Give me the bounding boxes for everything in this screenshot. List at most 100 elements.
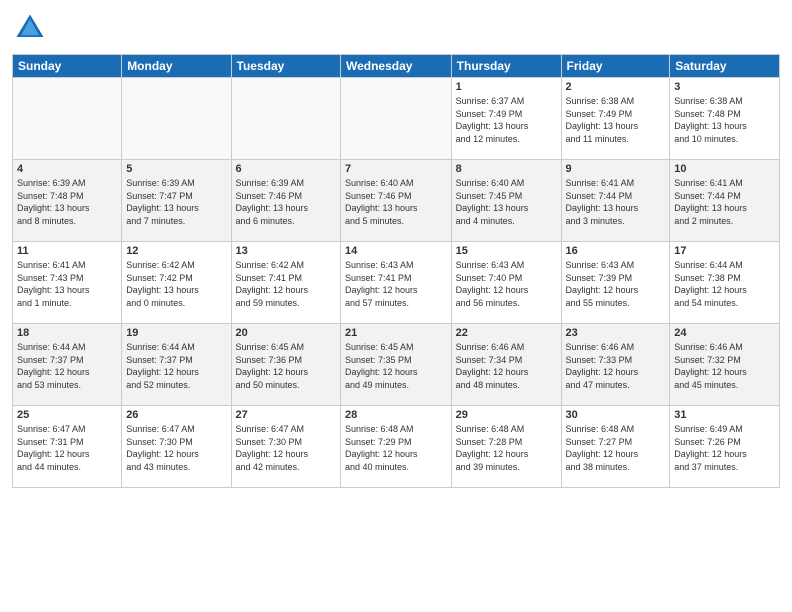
day-number: 21 [345,327,447,339]
day-number: 13 [236,245,336,257]
calendar-cell: 13 Sunrise: 6:42 AM Sunset: 7:41 PM Dayli… [231,242,340,324]
day-info: Sunrise: 6:45 AM Sunset: 7:35 PM Dayligh… [345,341,447,391]
calendar-header-saturday: Saturday [670,55,780,78]
day-info: Sunrise: 6:42 AM Sunset: 7:41 PM Dayligh… [236,259,336,309]
day-info: Sunrise: 6:46 AM Sunset: 7:33 PM Dayligh… [566,341,666,391]
calendar-week-row: 1 Sunrise: 6:37 AM Sunset: 7:49 PM Daylig… [13,78,780,160]
day-info: Sunrise: 6:43 AM Sunset: 7:40 PM Dayligh… [456,259,557,309]
page-container: SundayMondayTuesdayWednesdayThursdayFrid… [0,0,792,612]
calendar-week-row: 4Sunrise: 6:39 AM Sunset: 7:48 PM Daylig… [13,160,780,242]
day-number: 24 [674,327,775,339]
calendar-cell: 4Sunrise: 6:39 AM Sunset: 7:48 PM Daylig… [13,160,122,242]
day-number: 25 [17,409,117,421]
day-number: 14 [345,245,447,257]
day-number: 31 [674,409,775,421]
calendar-cell: 1 Sunrise: 6:37 AM Sunset: 7:49 PM Daylig… [451,78,561,160]
day-info: Sunrise: 6:40 AM Sunset: 7:45 PM Dayligh… [456,177,557,227]
calendar-cell: 20 Sunrise: 6:45 AM Sunset: 7:36 PM Dayli… [231,324,340,406]
calendar-header-sunday: Sunday [13,55,122,78]
calendar-header-wednesday: Wednesday [340,55,451,78]
day-info: Sunrise: 6:46 AM Sunset: 7:34 PM Dayligh… [456,341,557,391]
calendar-cell: 12 Sunrise: 6:42 AM Sunset: 7:42 PM Dayli… [122,242,231,324]
day-number: 4 [17,163,117,175]
calendar-header-friday: Friday [561,55,670,78]
day-number: 15 [456,245,557,257]
day-info: Sunrise: 6:46 AM Sunset: 7:32 PM Dayligh… [674,341,775,391]
day-info: Sunrise: 6:44 AM Sunset: 7:37 PM Dayligh… [126,341,226,391]
calendar-table: SundayMondayTuesdayWednesdayThursdayFrid… [12,54,780,488]
day-info: Sunrise: 6:49 AM Sunset: 7:26 PM Dayligh… [674,423,775,473]
day-number: 29 [456,409,557,421]
calendar-cell: 8Sunrise: 6:40 AM Sunset: 7:45 PM Daylig… [451,160,561,242]
day-info: Sunrise: 6:40 AM Sunset: 7:46 PM Dayligh… [345,177,447,227]
day-number: 17 [674,245,775,257]
day-number: 28 [345,409,447,421]
day-number: 1 [456,81,557,93]
day-number: 16 [566,245,666,257]
calendar-cell: 21 Sunrise: 6:45 AM Sunset: 7:35 PM Dayli… [340,324,451,406]
day-number: 2 [566,81,666,93]
day-info: Sunrise: 6:45 AM Sunset: 7:36 PM Dayligh… [236,341,336,391]
calendar-cell [13,78,122,160]
calendar-cell: 29 Sunrise: 6:48 AM Sunset: 7:28 PM Dayli… [451,406,561,488]
calendar-cell: 16 Sunrise: 6:43 AM Sunset: 7:39 PM Dayli… [561,242,670,324]
calendar-cell: 14 Sunrise: 6:43 AM Sunset: 7:41 PM Dayli… [340,242,451,324]
day-number: 18 [17,327,117,339]
header [12,10,780,46]
day-number: 11 [17,245,117,257]
day-number: 19 [126,327,226,339]
day-info: Sunrise: 6:38 AM Sunset: 7:48 PM Dayligh… [674,95,775,145]
day-number: 7 [345,163,447,175]
calendar-cell: 9Sunrise: 6:41 AM Sunset: 7:44 PM Daylig… [561,160,670,242]
day-number: 22 [456,327,557,339]
day-number: 3 [674,81,775,93]
day-number: 26 [126,409,226,421]
day-info: Sunrise: 6:39 AM Sunset: 7:46 PM Dayligh… [236,177,336,227]
calendar-cell: 6 Sunrise: 6:39 AM Sunset: 7:46 PM Daylig… [231,160,340,242]
day-info: Sunrise: 6:48 AM Sunset: 7:28 PM Dayligh… [456,423,557,473]
calendar-cell: 24 Sunrise: 6:46 AM Sunset: 7:32 PM Dayli… [670,324,780,406]
calendar-cell: 27Sunrise: 6:47 AM Sunset: 7:30 PM Dayli… [231,406,340,488]
day-info: Sunrise: 6:41 AM Sunset: 7:43 PM Dayligh… [17,259,117,309]
day-info: Sunrise: 6:43 AM Sunset: 7:41 PM Dayligh… [345,259,447,309]
calendar-cell: 7 Sunrise: 6:40 AM Sunset: 7:46 PM Daylig… [340,160,451,242]
calendar-header-row: SundayMondayTuesdayWednesdayThursdayFrid… [13,55,780,78]
calendar-cell: 11 Sunrise: 6:41 AM Sunset: 7:43 PM Dayli… [13,242,122,324]
calendar-cell: 10Sunrise: 6:41 AM Sunset: 7:44 PM Dayli… [670,160,780,242]
calendar-cell: 30Sunrise: 6:48 AM Sunset: 7:27 PM Dayli… [561,406,670,488]
calendar-cell [340,78,451,160]
calendar-week-row: 11 Sunrise: 6:41 AM Sunset: 7:43 PM Dayli… [13,242,780,324]
calendar-cell [231,78,340,160]
calendar-cell [122,78,231,160]
day-info: Sunrise: 6:42 AM Sunset: 7:42 PM Dayligh… [126,259,226,309]
day-info: Sunrise: 6:44 AM Sunset: 7:38 PM Dayligh… [674,259,775,309]
calendar-cell: 26 Sunrise: 6:47 AM Sunset: 7:30 PM Dayli… [122,406,231,488]
day-number: 27 [236,409,336,421]
logo [12,10,52,46]
calendar-cell: 17 Sunrise: 6:44 AM Sunset: 7:38 PM Dayli… [670,242,780,324]
day-info: Sunrise: 6:48 AM Sunset: 7:29 PM Dayligh… [345,423,447,473]
calendar-cell: 15 Sunrise: 6:43 AM Sunset: 7:40 PM Dayli… [451,242,561,324]
day-info: Sunrise: 6:47 AM Sunset: 7:30 PM Dayligh… [126,423,226,473]
calendar-cell: 5Sunrise: 6:39 AM Sunset: 7:47 PM Daylig… [122,160,231,242]
calendar-week-row: 25 Sunrise: 6:47 AM Sunset: 7:31 PM Dayli… [13,406,780,488]
logo-icon [12,10,48,46]
day-info: Sunrise: 6:38 AM Sunset: 7:49 PM Dayligh… [566,95,666,145]
day-info: Sunrise: 6:43 AM Sunset: 7:39 PM Dayligh… [566,259,666,309]
calendar-cell: 3 Sunrise: 6:38 AM Sunset: 7:48 PM Daylig… [670,78,780,160]
day-number: 10 [674,163,775,175]
day-info: Sunrise: 6:37 AM Sunset: 7:49 PM Dayligh… [456,95,557,145]
calendar-cell: 31 Sunrise: 6:49 AM Sunset: 7:26 PM Dayli… [670,406,780,488]
calendar-header-thursday: Thursday [451,55,561,78]
day-number: 9 [566,163,666,175]
day-number: 6 [236,163,336,175]
day-number: 12 [126,245,226,257]
day-info: Sunrise: 6:39 AM Sunset: 7:47 PM Dayligh… [126,177,226,227]
day-info: Sunrise: 6:47 AM Sunset: 7:31 PM Dayligh… [17,423,117,473]
calendar-cell: 2 Sunrise: 6:38 AM Sunset: 7:49 PM Daylig… [561,78,670,160]
day-number: 30 [566,409,666,421]
day-number: 20 [236,327,336,339]
day-info: Sunrise: 6:44 AM Sunset: 7:37 PM Dayligh… [17,341,117,391]
calendar-cell: 19 Sunrise: 6:44 AM Sunset: 7:37 PM Dayli… [122,324,231,406]
day-number: 23 [566,327,666,339]
